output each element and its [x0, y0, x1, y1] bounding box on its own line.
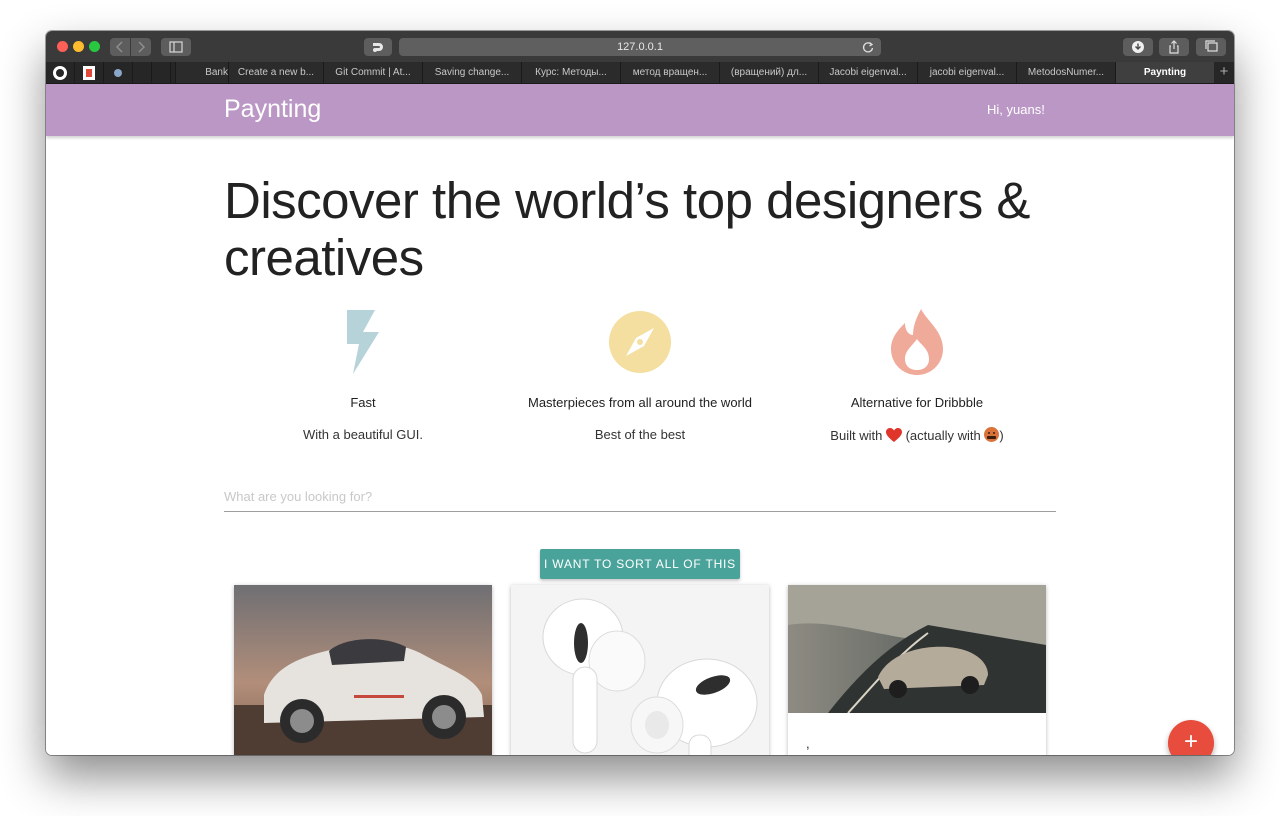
design-card[interactable]: ,: [788, 585, 1046, 755]
lightning-icon: [223, 306, 503, 378]
desc-prefix: Built with: [830, 428, 883, 443]
tabs-overview-icon: [1205, 40, 1218, 52]
share-icon: [1169, 40, 1179, 54]
design-card[interactable]: [234, 585, 492, 755]
feature-title: Alternative for Dribbble: [850, 395, 984, 410]
feature-description: With a beautiful GUI.: [303, 427, 423, 442]
favicon-icon: [114, 68, 122, 77]
tab-course-methods[interactable]: Курс: Методы...: [521, 62, 620, 83]
feature-title: Masterpieces from all around the world: [528, 395, 752, 410]
feature-description: Best of the best: [594, 427, 686, 442]
close-window-button[interactable]: [57, 41, 68, 52]
reload-icon[interactable]: [861, 40, 875, 54]
user-greeting[interactable]: Hi, yuans!: [987, 102, 1045, 117]
download-icon: [1132, 41, 1144, 53]
document-icon: [83, 65, 95, 80]
desc-middle: (actually with: [905, 428, 981, 443]
design-card[interactable]: [511, 585, 769, 755]
browser-window: 127.0.0.1 Bank Create a new b... Git Com…: [46, 31, 1234, 755]
share-button[interactable]: [1159, 38, 1189, 56]
minimize-window-button[interactable]: [73, 41, 84, 52]
compass-icon: [500, 306, 780, 378]
github-icon: [53, 65, 67, 80]
hero-title: Discover the world’s top designers & cre…: [224, 172, 1030, 286]
tab-rotations[interactable]: (вращений) дл...: [719, 62, 818, 83]
chevron-left-icon: [115, 41, 123, 53]
feature-description: Built with (actually with ): [777, 427, 1057, 443]
flame-icon: [777, 306, 1057, 378]
sidebar-toggle-button[interactable]: [161, 38, 191, 56]
sort-all-button[interactable]: I WANT TO SORT ALL OF THIS: [540, 549, 740, 579]
show-all-tabs-button[interactable]: [1196, 38, 1226, 56]
heart-icon: [885, 428, 902, 442]
extension-button[interactable]: [364, 38, 392, 56]
tab-saving-changes[interactable]: Saving change...: [422, 62, 521, 83]
tab-git-commit[interactable]: Git Commit | At...: [323, 62, 422, 83]
pinned-tab-3[interactable]: [104, 62, 133, 83]
back-button[interactable]: [110, 38, 130, 56]
angry-face-icon: [984, 427, 1000, 442]
tab-paynting[interactable]: Paynting: [1115, 62, 1214, 83]
forward-button[interactable]: [131, 38, 151, 56]
search-input[interactable]: [224, 481, 1056, 512]
site-header: Paynting Hi, yuans!: [46, 84, 1234, 136]
pinned-tab-2[interactable]: [75, 62, 104, 83]
site-brand[interactable]: Paynting: [224, 95, 321, 124]
feature-title: Fast: [350, 395, 376, 410]
card-image: [234, 585, 492, 755]
tab-create-new[interactable]: Create a new b...: [228, 62, 323, 83]
desc-suffix: ): [999, 428, 1004, 443]
pinned-tab-5[interactable]: [152, 62, 171, 83]
plus-icon: +: [1183, 728, 1198, 755]
card-image: [511, 585, 769, 755]
pinned-tab-4[interactable]: [133, 62, 152, 83]
browser-toolbar: 127.0.0.1: [46, 31, 1234, 63]
feature-fast: Fast With a beautiful GUI.: [223, 306, 503, 442]
downloads-button[interactable]: [1123, 38, 1153, 56]
extension-logo-icon: [373, 43, 383, 52]
tab-bar: Bank Create a new b... Git Commit | At..…: [46, 62, 1234, 84]
card-image: [788, 585, 1046, 714]
tab-rotation-method[interactable]: метод вращен...: [620, 62, 719, 83]
tab-bank[interactable]: Bank: [175, 62, 230, 83]
pinned-tab-github[interactable]: [46, 62, 75, 83]
sidebar-icon: [169, 41, 183, 53]
address-text: 127.0.0.1: [617, 41, 663, 53]
feature-masterpieces: Masterpieces from all around the world B…: [500, 306, 780, 442]
chevron-right-icon: [138, 41, 146, 53]
feature-alternative: Alternative for Dribbble Built with (act…: [777, 306, 1057, 443]
web-page: Paynting Hi, yuans! Discover the world’s…: [46, 84, 1234, 755]
card-caption: ,: [806, 736, 810, 751]
new-tab-button[interactable]: +: [1214, 62, 1234, 83]
add-button[interactable]: +: [1168, 720, 1214, 755]
zoom-window-button[interactable]: [89, 41, 100, 52]
tab-jacobi-2[interactable]: jacobi eigenval...: [917, 62, 1016, 83]
tab-jacobi-1[interactable]: Jacobi eigenval...: [818, 62, 917, 83]
tab-metodos-numericos[interactable]: MetodosNumer...: [1016, 62, 1115, 83]
address-bar[interactable]: 127.0.0.1: [399, 38, 881, 56]
